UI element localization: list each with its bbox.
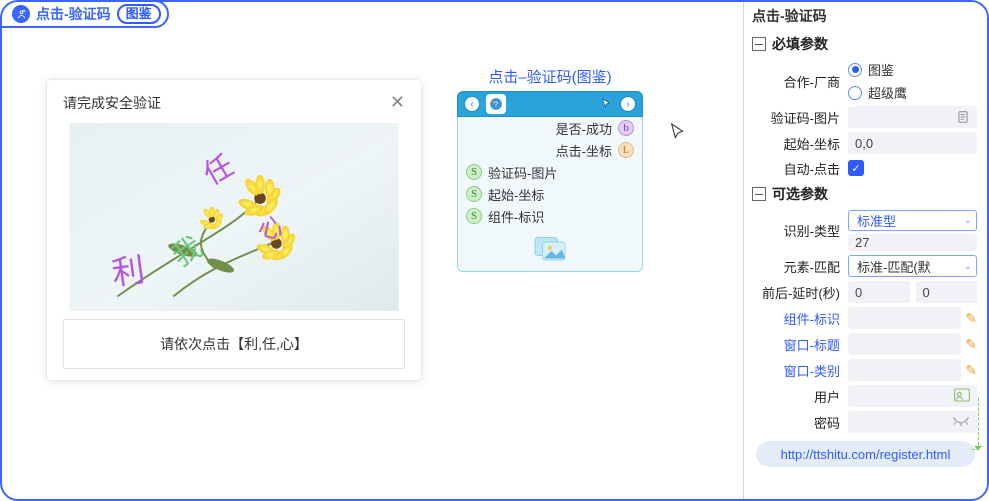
input-start-coord[interactable]: 0,0 (848, 132, 977, 154)
label-element-match: 元素-匹配 (744, 257, 848, 276)
input-win-class[interactable] (848, 359, 961, 381)
row-win-title: 窗口-标题 ✎ (744, 331, 987, 357)
captcha-card: 请完成安全验证 ✕ (47, 80, 421, 380)
label-delay: 前后-延时(秒) (744, 283, 848, 302)
svg-text:利: 利 (110, 253, 147, 293)
checkbox-auto-click[interactable]: ✓ (848, 160, 864, 176)
flow-header[interactable]: ‹ ? › (457, 91, 643, 117)
row-element-match: 元素-匹配 标准-匹配(默 ⌄ (744, 253, 987, 279)
radio-tujian[interactable]: 图鉴 (848, 60, 894, 79)
chip-s-icon[interactable]: S (466, 208, 482, 224)
properties-sidebar: 点击-验证码 必填参数 合作-厂商 图鉴 超级鹰 验证码-图片 (743, 2, 987, 499)
collapse-icon[interactable] (752, 187, 766, 201)
close-icon[interactable]: ✕ (390, 92, 405, 113)
label-user: 用户 (744, 387, 848, 406)
flow-input-row: S 组件-标识 (458, 205, 642, 227)
chevron-left-icon[interactable]: ‹ (464, 96, 480, 112)
label-comp-id[interactable]: 组件-标识 (744, 309, 848, 328)
dashed-arrow-icon (972, 398, 979, 450)
row-delay: 前后-延时(秒) 0 0 (744, 279, 987, 305)
app-root: 点击-验证码 图鉴 请完成安全验证 ✕ (0, 0, 989, 501)
row-captcha-image: 验证码-图片 (744, 104, 987, 130)
label-partner: 合作-厂商 (744, 72, 848, 91)
select-element-match[interactable]: 标准-匹配(默 ⌄ (848, 255, 977, 277)
chevron-down-icon: ⌄ (964, 261, 972, 272)
input-user[interactable] (848, 385, 977, 407)
captcha-footer[interactable]: 请依次点击【利,任,心】 (63, 319, 405, 369)
section-optional[interactable]: 可选参数 (744, 180, 987, 208)
input-password[interactable] (848, 411, 977, 433)
sidebar-title: 点击-验证码 (744, 2, 987, 30)
radio-icon (848, 63, 862, 77)
title-text: 点击-验证码 (36, 4, 111, 24)
row-password: 密码 (744, 409, 987, 435)
row-recog-type: 识别-类型 标准型 ⌄ 27 (744, 208, 987, 253)
section-optional-label: 可选参数 (772, 184, 828, 204)
svg-text:?: ? (494, 99, 498, 108)
section-required-label: 必填参数 (772, 34, 828, 54)
person-icon (12, 5, 30, 23)
captcha-header-title: 请完成安全验证 (63, 93, 161, 113)
captcha-image[interactable]: 利 任 心 我 (63, 123, 405, 311)
row-auto-click: 自动-点击 ✓ (744, 156, 987, 180)
cursor-icon (600, 97, 614, 111)
label-recog-type: 识别-类型 (744, 221, 848, 240)
chevron-right-icon[interactable]: › (620, 96, 636, 112)
captcha-header: 请完成安全验证 ✕ (47, 80, 421, 123)
register-link[interactable]: http://ttshitu.com/register.html (756, 441, 975, 467)
input-comp-id[interactable] (848, 307, 961, 329)
user-card-icon (954, 388, 970, 405)
picture-icon (530, 231, 570, 265)
edit-icon[interactable]: ✎ (965, 310, 977, 327)
label-win-title[interactable]: 窗口-标题 (744, 335, 848, 354)
document-icon (956, 110, 970, 124)
question-icon: ? (486, 94, 506, 114)
ghost-cursor-icon (669, 122, 687, 144)
row-partner: 合作-厂商 图鉴 超级鹰 (744, 58, 987, 104)
collapse-icon[interactable] (752, 37, 766, 51)
chip-l-icon[interactable]: L (618, 142, 634, 158)
flow-input-row: S 起始-坐标 (458, 183, 642, 205)
input-win-title[interactable] (848, 333, 961, 355)
flow-input-label: 起始-坐标 (488, 185, 544, 204)
chip-s-icon[interactable]: S (466, 186, 482, 202)
edit-icon[interactable]: ✎ (965, 336, 977, 353)
label-password: 密码 (744, 413, 848, 432)
flow-input-label: 组件-标识 (488, 207, 544, 226)
row-comp-id: 组件-标识 ✎ (744, 305, 987, 331)
select-recog-type[interactable]: 标准型 ⌄ (848, 210, 977, 231)
row-user: 用户 (744, 383, 987, 409)
chevron-down-icon: ⌄ (964, 215, 972, 226)
chip-s-icon[interactable]: S (466, 164, 482, 180)
radio-icon (848, 86, 862, 100)
input-delay-after[interactable]: 0 (916, 281, 978, 303)
label-win-class[interactable]: 窗口-类别 (744, 361, 848, 380)
radio-chaojiying[interactable]: 超级鹰 (848, 83, 907, 102)
flow-output-label: 是否-成功 (556, 119, 612, 138)
title-badge: 图鉴 (117, 4, 161, 24)
flow-input-row: S 验证码-图片 (458, 161, 642, 183)
row-start-coord: 起始-坐标 0,0 (744, 130, 987, 156)
row-win-class: 窗口-类别 ✎ (744, 357, 987, 383)
captcha-instruction: 请依次点击【利,任,心】 (160, 334, 308, 354)
chip-b-icon[interactable]: b (618, 120, 634, 136)
flow-block: 点击–验证码(图鉴) ‹ ? › 是否-成功 b 点击-坐标 L S 验证码-图… (457, 66, 643, 272)
label-auto-click: 自动-点击 (744, 159, 848, 178)
input-captcha-image[interactable] (848, 106, 977, 128)
input-recog-type-value[interactable]: 27 (848, 234, 977, 251)
flow-output-label: 点击-坐标 (556, 141, 612, 160)
section-required[interactable]: 必填参数 (744, 30, 987, 58)
label-captcha-image: 验证码-图片 (744, 108, 848, 127)
flow-body: 是否-成功 b 点击-坐标 L S 验证码-图片 S 起始-坐标 S 组件-标识 (457, 117, 643, 272)
flow-output-row: 是否-成功 b (458, 117, 642, 139)
eye-closed-icon[interactable] (952, 414, 970, 430)
edit-icon[interactable]: ✎ (965, 362, 977, 379)
flow-input-label: 验证码-图片 (488, 163, 557, 182)
title-tab: 点击-验证码 图鉴 (0, 0, 169, 28)
input-delay-before[interactable]: 0 (848, 281, 910, 303)
label-start-coord: 起始-坐标 (744, 134, 848, 153)
flow-output-row: 点击-坐标 L (458, 139, 642, 161)
flow-title: 点击–验证码(图鉴) (457, 66, 643, 87)
